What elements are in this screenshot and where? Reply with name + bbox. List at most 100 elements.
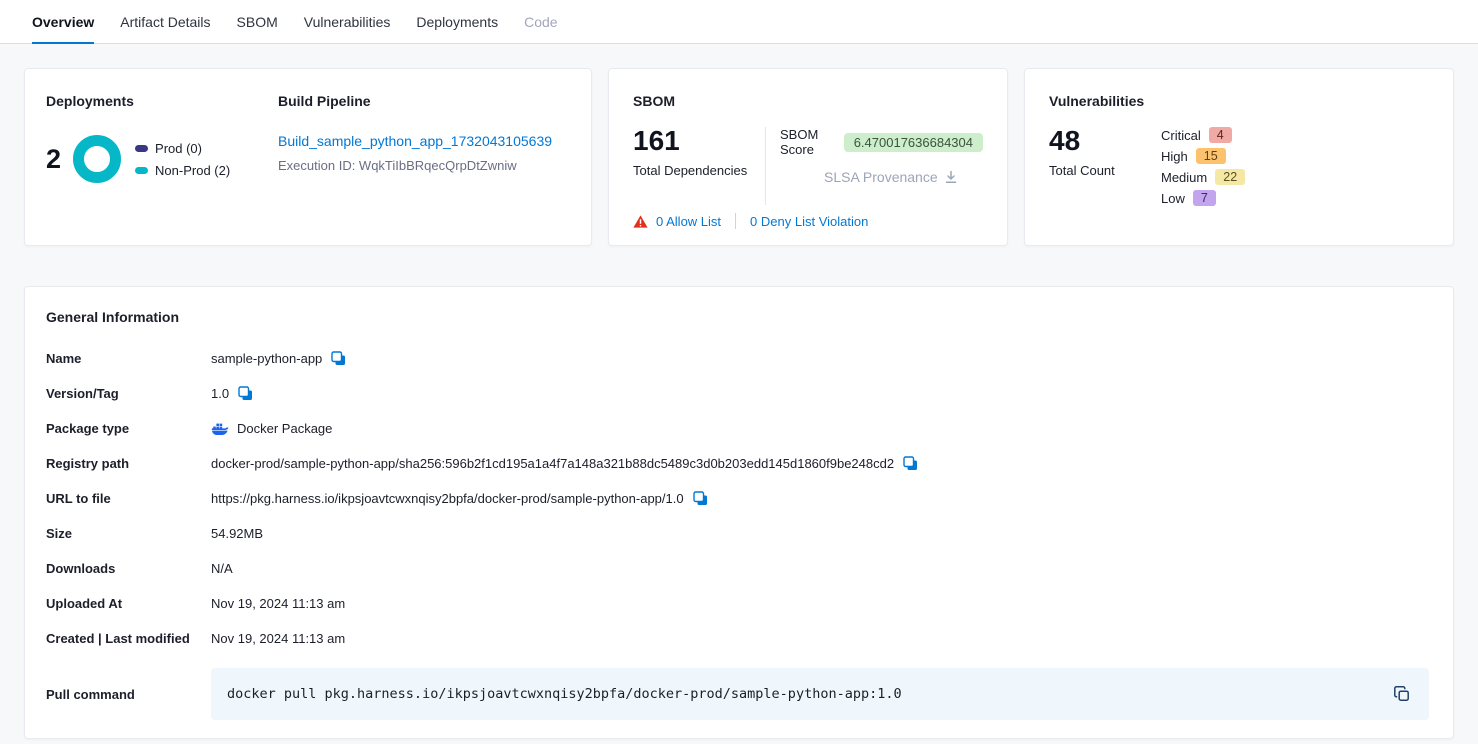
row-url-value: https://pkg.harness.io/ikpsjoavtcwxnqisy… (211, 491, 684, 506)
row-created-modified-label: Created | Last modified (46, 631, 211, 646)
row-downloads-value: N/A (211, 561, 233, 576)
row-name-value: sample-python-app (211, 351, 322, 366)
tab-sbom[interactable]: SBOM (237, 0, 278, 43)
copy-version-button[interactable] (237, 385, 254, 402)
copy-pull-command-button[interactable] (1393, 685, 1411, 703)
severity-badge-low: 7 (1193, 190, 1216, 206)
sbom-card: SBOM 161 Total Dependencies SBOM Score 6… (608, 68, 1008, 246)
row-size: Size 54.92MB (46, 516, 1429, 551)
sbom-score-badge: 6.470017636684304 (844, 133, 983, 152)
download-icon (944, 170, 958, 184)
general-information-card: General Information Name sample-python-a… (24, 286, 1454, 739)
row-registry-path: Registry path docker-prod/sample-python-… (46, 446, 1429, 481)
severity-row-medium: Medium 22 (1161, 169, 1245, 185)
row-version: Version/Tag 1.0 (46, 376, 1429, 411)
row-name-label: Name (46, 351, 211, 366)
row-size-label: Size (46, 526, 211, 541)
sbom-body: 161 Total Dependencies SBOM Score 6.4700… (633, 125, 983, 213)
execution-id: Execution ID: WqkTiIbBRqecQrpDtZwniw (278, 158, 567, 173)
allow-list-link[interactable]: 0 Allow List (656, 214, 721, 229)
sbom-title: SBOM (633, 93, 983, 109)
row-size-value: 54.92MB (211, 526, 263, 541)
severity-label-high: High (1161, 149, 1188, 164)
row-pull-command: Pull command docker pull pkg.harness.io/… (46, 668, 1429, 720)
sbom-count-label: Total Dependencies (633, 163, 765, 178)
copy-url-button[interactable] (692, 490, 709, 507)
severity-label-low: Low (1161, 191, 1185, 206)
row-created-modified: Created | Last modified Nov 19, 2024 11:… (46, 621, 1429, 656)
tab-overview[interactable]: Overview (32, 0, 94, 43)
sbom-score-column: SBOM Score 6.470017636684304 SLSA Proven… (780, 125, 983, 213)
row-package-type-value: Docker Package (237, 421, 332, 436)
deployments-count: 2 (46, 144, 61, 175)
sbom-score-label: SBOM Score (780, 127, 836, 157)
sbom-count-column: 161 Total Dependencies (633, 125, 765, 213)
slsa-provenance-link[interactable]: SLSA Provenance (780, 169, 983, 185)
severity-badge-high: 15 (1196, 148, 1226, 164)
build-pipeline-title: Build Pipeline (278, 93, 567, 109)
row-uploaded-at-label: Uploaded At (46, 596, 211, 611)
deployments-legend: Prod (0) Non-Prod (2) (135, 141, 230, 178)
pull-command-block: docker pull pkg.harness.io/ikpsjoavtcwxn… (211, 668, 1429, 720)
docker-icon (211, 422, 229, 436)
severity-list: Critical 4 High 15 Medium 22 Low 7 (1161, 125, 1245, 206)
severity-row-critical: Critical 4 (1161, 127, 1245, 143)
severity-row-low: Low 7 (1161, 190, 1245, 206)
summary-cards-row: Deployments 2 Prod (0) Non-Prod (2) (24, 68, 1454, 246)
severity-badge-medium: 22 (1215, 169, 1245, 185)
prod-legend-dot (135, 145, 148, 152)
row-registry-path-value: docker-prod/sample-python-app/sha256:596… (211, 456, 894, 471)
warning-triangle-icon (633, 215, 648, 228)
tab-artifact-details[interactable]: Artifact Details (120, 0, 210, 43)
vulnerabilities-count-label: Total Count (1049, 163, 1161, 178)
slsa-provenance-label: SLSA Provenance (824, 169, 938, 185)
row-url-label: URL to file (46, 491, 211, 506)
general-information-rows: Name sample-python-app Version/Tag 1.0 (46, 341, 1429, 720)
build-pipeline-link[interactable]: Build_sample_python_app_1732043105639 (278, 133, 552, 149)
copy-registry-path-button[interactable] (902, 455, 919, 472)
vulnerabilities-body: 48 Total Count Critical 4 High 15 Medium… (1049, 125, 1429, 206)
vulnerabilities-title: Vulnerabilities (1049, 93, 1429, 109)
deployments-chart-area: 2 Prod (0) Non-Prod (2) (46, 135, 278, 183)
row-created-modified-value: Nov 19, 2024 11:13 am (211, 631, 345, 646)
deployments-donut-chart (73, 135, 121, 183)
legend-item-prod: Prod (0) (135, 141, 230, 156)
sbom-policy-footer: 0 Allow List 0 Deny List Violation (633, 213, 983, 229)
row-uploaded-at: Uploaded At Nov 19, 2024 11:13 am (46, 586, 1429, 621)
build-pipeline-section: Build Pipeline Build_sample_python_app_1… (278, 93, 567, 225)
row-name: Name sample-python-app (46, 341, 1429, 376)
row-downloads-label: Downloads (46, 561, 211, 576)
severity-badge-critical: 4 (1209, 127, 1232, 143)
row-package-type-label: Package type (46, 421, 211, 436)
tab-bar: Overview Artifact Details SBOM Vulnerabi… (0, 0, 1478, 44)
row-url: URL to file https://pkg.harness.io/ikpsj… (46, 481, 1429, 516)
deny-list-link[interactable]: 0 Deny List Violation (750, 214, 868, 229)
pull-command-text: docker pull pkg.harness.io/ikpsjoavtcwxn… (227, 686, 902, 702)
row-version-label: Version/Tag (46, 386, 211, 401)
tab-deployments[interactable]: Deployments (416, 0, 498, 43)
severity-row-high: High 15 (1161, 148, 1245, 164)
nonprod-legend-dot (135, 167, 148, 174)
deployments-card: Deployments 2 Prod (0) Non-Prod (2) (24, 68, 592, 246)
legend-item-nonprod: Non-Prod (2) (135, 163, 230, 178)
tab-vulnerabilities[interactable]: Vulnerabilities (304, 0, 391, 43)
sbom-count: 161 (633, 125, 765, 157)
row-registry-path-label: Registry path (46, 456, 211, 471)
page-content: Deployments 2 Prod (0) Non-Prod (2) (0, 44, 1478, 739)
vulnerabilities-card: Vulnerabilities 48 Total Count Critical … (1024, 68, 1454, 246)
prod-legend-label: Prod (0) (155, 141, 202, 156)
sbom-divider (765, 127, 766, 205)
policy-footer-divider (735, 213, 736, 229)
copy-name-button[interactable] (330, 350, 347, 367)
severity-label-critical: Critical (1161, 128, 1201, 143)
vulnerabilities-count-column: 48 Total Count (1049, 125, 1161, 206)
deployments-title: Deployments (46, 93, 278, 109)
vulnerabilities-count: 48 (1049, 125, 1161, 157)
sbom-score-row: SBOM Score 6.470017636684304 (780, 127, 983, 157)
nonprod-legend-label: Non-Prod (2) (155, 163, 230, 178)
row-package-type: Package type Docker Package (46, 411, 1429, 446)
row-downloads: Downloads N/A (46, 551, 1429, 586)
severity-label-medium: Medium (1161, 170, 1207, 185)
general-information-title: General Information (46, 309, 1429, 325)
row-pull-command-label: Pull command (46, 687, 211, 702)
